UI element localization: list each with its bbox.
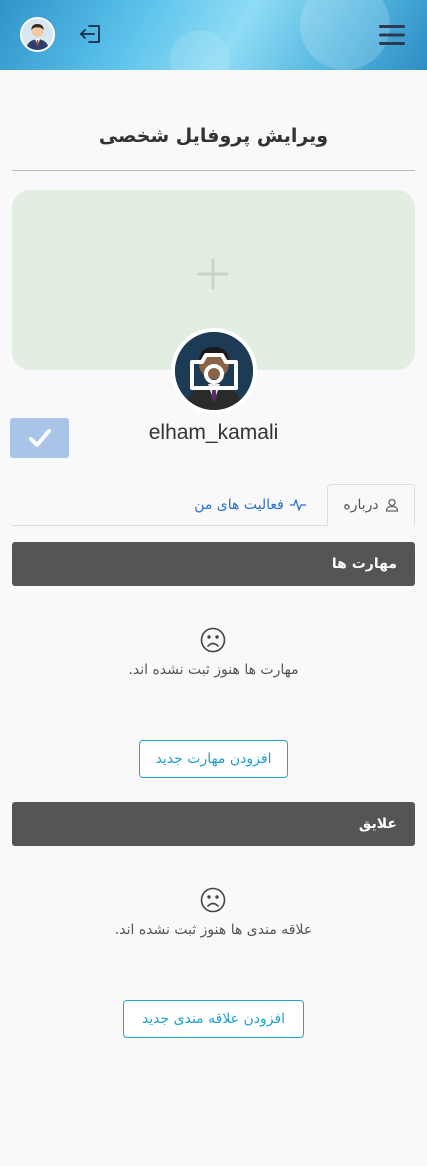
logout-icon[interactable] <box>78 21 104 47</box>
camera-icon[interactable] <box>188 350 240 392</box>
tab-my-activities-label: فعالیت های من <box>194 497 284 513</box>
add-skill-button[interactable]: افزودن مهارت جدید <box>139 740 288 778</box>
interests-section-title: علایق <box>358 816 397 832</box>
skills-section-title: مهارت ها <box>331 556 397 572</box>
tab-my-activities[interactable]: فعالیت های من <box>180 484 320 526</box>
skills-section-header: مهارت ها <box>12 542 415 586</box>
sad-face-icon <box>200 627 226 653</box>
title-divider <box>12 170 415 171</box>
interests-section-header: علایق <box>12 802 415 846</box>
user-avatar-icon[interactable] <box>20 17 55 52</box>
page-title: ویرایش پروفایل شخصی <box>98 125 329 147</box>
sad-face-icon <box>200 887 226 913</box>
skills-empty-text: مهارت ها هنوز ثبت نشده اند. <box>128 662 299 678</box>
tab-about[interactable]: درباره <box>327 484 415 526</box>
add-interest-button[interactable]: افزودن علاقه مندی جدید <box>123 1000 304 1038</box>
app-header <box>0 0 427 70</box>
interests-empty-text: علاقه مندی ها هنوز ثبت نشده اند. <box>114 922 313 938</box>
username: elham_kamali <box>148 421 279 444</box>
user-icon <box>385 498 398 512</box>
plus-icon <box>197 258 229 290</box>
tab-about-label: درباره <box>343 497 379 513</box>
activity-icon <box>289 499 306 511</box>
hamburger-menu-icon[interactable] <box>379 24 405 46</box>
